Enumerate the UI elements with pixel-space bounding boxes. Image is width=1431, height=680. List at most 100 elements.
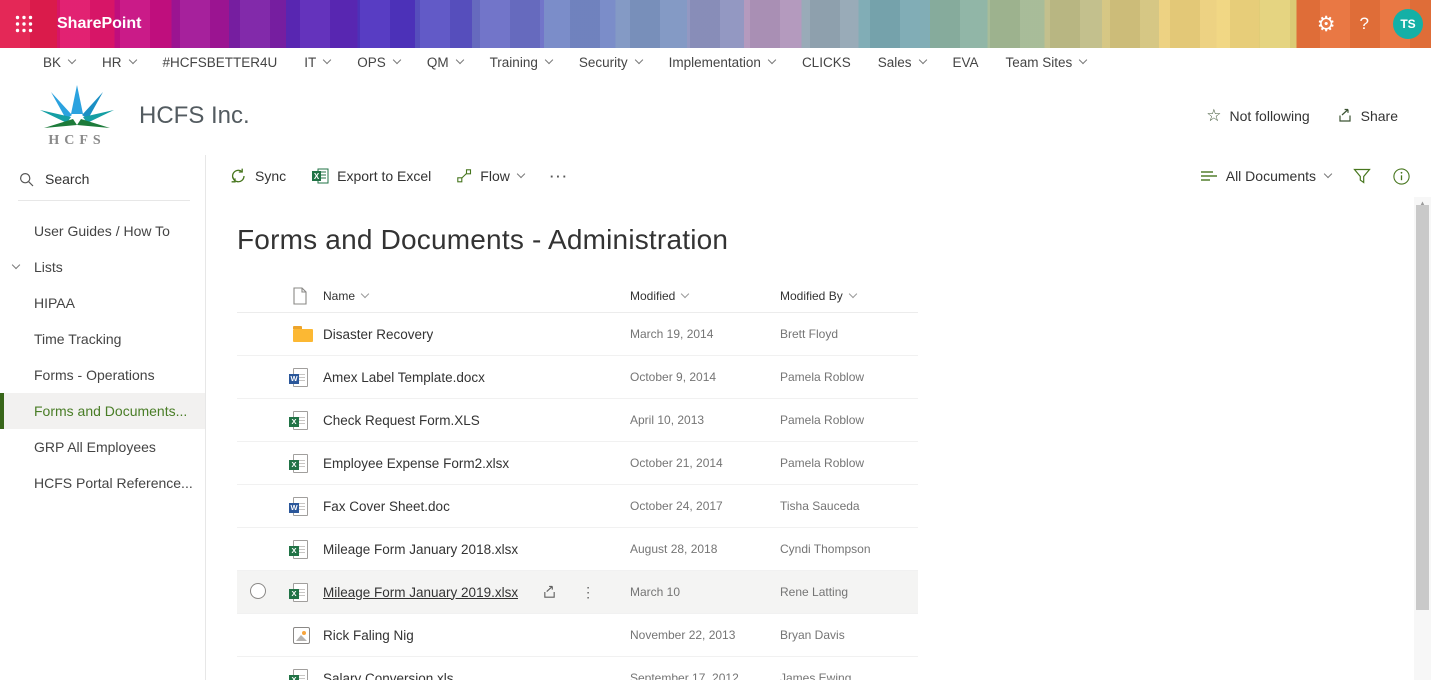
row-select-radio[interactable] (250, 583, 266, 599)
column-header-modified[interactable]: Modified (630, 289, 780, 303)
more-commands-button[interactable]: ··· (550, 169, 569, 184)
share-button[interactable]: Share (1337, 108, 1398, 124)
sync-button[interactable]: Sync (230, 168, 286, 184)
table-row[interactable]: W Fax Cover Sheet.doc October 24, 2017 T… (237, 485, 918, 528)
modified-date: March 10 (630, 585, 780, 599)
sidebar-item-user-guides-how-to[interactable]: User Guides / How To (0, 213, 205, 249)
file-name-link[interactable]: Employee Expense Form2.xlsx (323, 456, 509, 471)
sidebar-item-label: Time Tracking (34, 331, 121, 347)
scrollbar-thumb[interactable] (1416, 205, 1429, 610)
table-row[interactable]: X Check Request Form.XLS April 10, 2013 … (237, 399, 918, 442)
leaf-star-icon: HCFS (37, 85, 117, 147)
site-logo[interactable]: HCFS (37, 85, 117, 147)
chevron-down-icon (128, 56, 136, 64)
share-label: Share (1361, 108, 1398, 124)
modified-date: October 9, 2014 (630, 370, 780, 384)
nav-item-security[interactable]: Security (579, 55, 642, 70)
vertical-scrollbar[interactable]: ▲ (1414, 197, 1431, 680)
star-icon: ☆ (1206, 107, 1221, 124)
sidebar-item-label: User Guides / How To (34, 223, 170, 239)
chevron-down-icon (848, 290, 856, 298)
share-icon[interactable] (542, 585, 557, 599)
nav-item-label: Sales (878, 55, 912, 70)
file-name-link[interactable]: Rick Faling Nig (323, 628, 414, 643)
gear-icon[interactable]: ⚙ (1317, 14, 1336, 35)
view-selector[interactable]: All Documents (1201, 168, 1331, 184)
file-name-link[interactable]: Disaster Recovery (323, 327, 433, 342)
file-name-link[interactable]: Check Request Form.XLS (323, 413, 480, 428)
export-to-excel-button[interactable]: X Export to Excel (312, 168, 431, 184)
search-label: Search (45, 171, 89, 187)
modified-by: James Ewing (780, 671, 918, 680)
flow-button[interactable]: Flow (457, 168, 524, 184)
excel-badge: X (289, 589, 299, 599)
nav-item-team-sites[interactable]: Team Sites (1006, 55, 1087, 70)
file-name-link[interactable]: Mileage Form January 2018.xlsx (323, 542, 518, 557)
sharepoint-brand[interactable]: SharePoint (57, 15, 141, 33)
app-launcher-button[interactable] (0, 0, 48, 48)
sidebar-item-label: Lists (34, 259, 63, 275)
sidebar-item-hipaa[interactable]: HIPAA (0, 285, 205, 321)
help-button[interactable]: ? (1360, 14, 1369, 34)
nav-item-label: OPS (357, 55, 386, 70)
table-row[interactable]: X Mileage Form January 2019.xlsx ⋮ March… (237, 571, 918, 614)
file-name-link[interactable]: Salary Conversion.xls (323, 671, 454, 680)
modified-date: March 19, 2014 (630, 327, 780, 341)
nav-item-it[interactable]: IT (304, 55, 330, 70)
sidebar-item-hcfs-portal-reference[interactable]: HCFS Portal Reference... (0, 465, 205, 501)
document-list: Disaster Recovery March 19, 2014 Brett F… (237, 313, 918, 680)
nav-item-sales[interactable]: Sales (878, 55, 926, 70)
table-row[interactable]: Rick Faling Nig November 22, 2013 Bryan … (237, 614, 918, 657)
table-row[interactable]: X Employee Expense Form2.xlsx October 21… (237, 442, 918, 485)
excel-icon: X (312, 168, 329, 184)
sidebar-item-grp-all-employees[interactable]: GRP All Employees (0, 429, 205, 465)
nav-item-label: QM (427, 55, 449, 70)
chevron-down-icon[interactable] (12, 261, 20, 269)
sidebar-item-time-tracking[interactable]: Time Tracking (0, 321, 205, 357)
chevron-down-icon (361, 290, 369, 298)
nav-item-label: CLICKS (802, 55, 851, 70)
follow-button[interactable]: ☆ Not following (1206, 107, 1309, 124)
file-type-column-icon[interactable] (293, 287, 307, 305)
file-name-link[interactable]: Mileage Form January 2019.xlsx (323, 585, 518, 600)
more-actions-icon[interactable]: ⋮ (581, 584, 595, 601)
table-row[interactable]: Disaster Recovery March 19, 2014 Brett F… (237, 313, 918, 356)
word-file-icon: W (293, 368, 308, 387)
nav-item-hr[interactable]: HR (102, 55, 136, 70)
chevron-down-icon (323, 56, 331, 64)
nav-item-bk[interactable]: BK (43, 55, 75, 70)
file-name-link[interactable]: Amex Label Template.docx (323, 370, 485, 385)
sidebar-item-lists[interactable]: Lists (0, 249, 205, 285)
nav-item-training[interactable]: Training (490, 55, 552, 70)
modified-date: April 10, 2013 (630, 413, 780, 427)
nav-item-eva[interactable]: EVA (953, 55, 979, 70)
table-row[interactable]: X Mileage Form January 2018.xlsx August … (237, 528, 918, 571)
file-name-link[interactable]: Fax Cover Sheet.doc (323, 499, 450, 514)
search-button[interactable]: Search (0, 171, 205, 200)
search-icon (19, 172, 34, 187)
modified-by: Tisha Sauceda (780, 499, 918, 513)
excel-file-icon: X (293, 540, 308, 559)
modified-date: November 22, 2013 (630, 628, 780, 642)
info-icon[interactable] (1393, 168, 1410, 185)
column-header-modified-by[interactable]: Modified By (780, 289, 918, 303)
page-title: Forms and Documents - Administration (237, 224, 1431, 256)
nav-item-clicks[interactable]: CLICKS (802, 55, 851, 70)
table-row[interactable]: W Amex Label Template.docx October 9, 20… (237, 356, 918, 399)
sync-label: Sync (255, 168, 286, 184)
avatar[interactable]: TS (1393, 9, 1423, 39)
filter-icon[interactable] (1353, 168, 1371, 184)
nav-item-qm[interactable]: QM (427, 55, 463, 70)
chevron-down-icon (68, 56, 76, 64)
nav-item-implementation[interactable]: Implementation (669, 55, 775, 70)
sidebar-item-forms-operations[interactable]: Forms - Operations (0, 357, 205, 393)
nav-item-hcfsbetter4u[interactable]: #HCFSBETTER4U (163, 55, 278, 70)
table-row[interactable]: X Salary Conversion.xls September 17, 20… (237, 657, 918, 680)
nav-item-ops[interactable]: OPS (357, 55, 400, 70)
column-header-name[interactable]: Name (323, 289, 630, 303)
sidebar-item-label: Forms - Operations (34, 367, 155, 383)
modified-date: October 21, 2014 (630, 456, 780, 470)
site-title[interactable]: HCFS Inc. (139, 102, 250, 130)
sidebar-item-forms-and-documents[interactable]: Forms and Documents... (0, 393, 205, 429)
modified-date: August 28, 2018 (630, 542, 780, 556)
